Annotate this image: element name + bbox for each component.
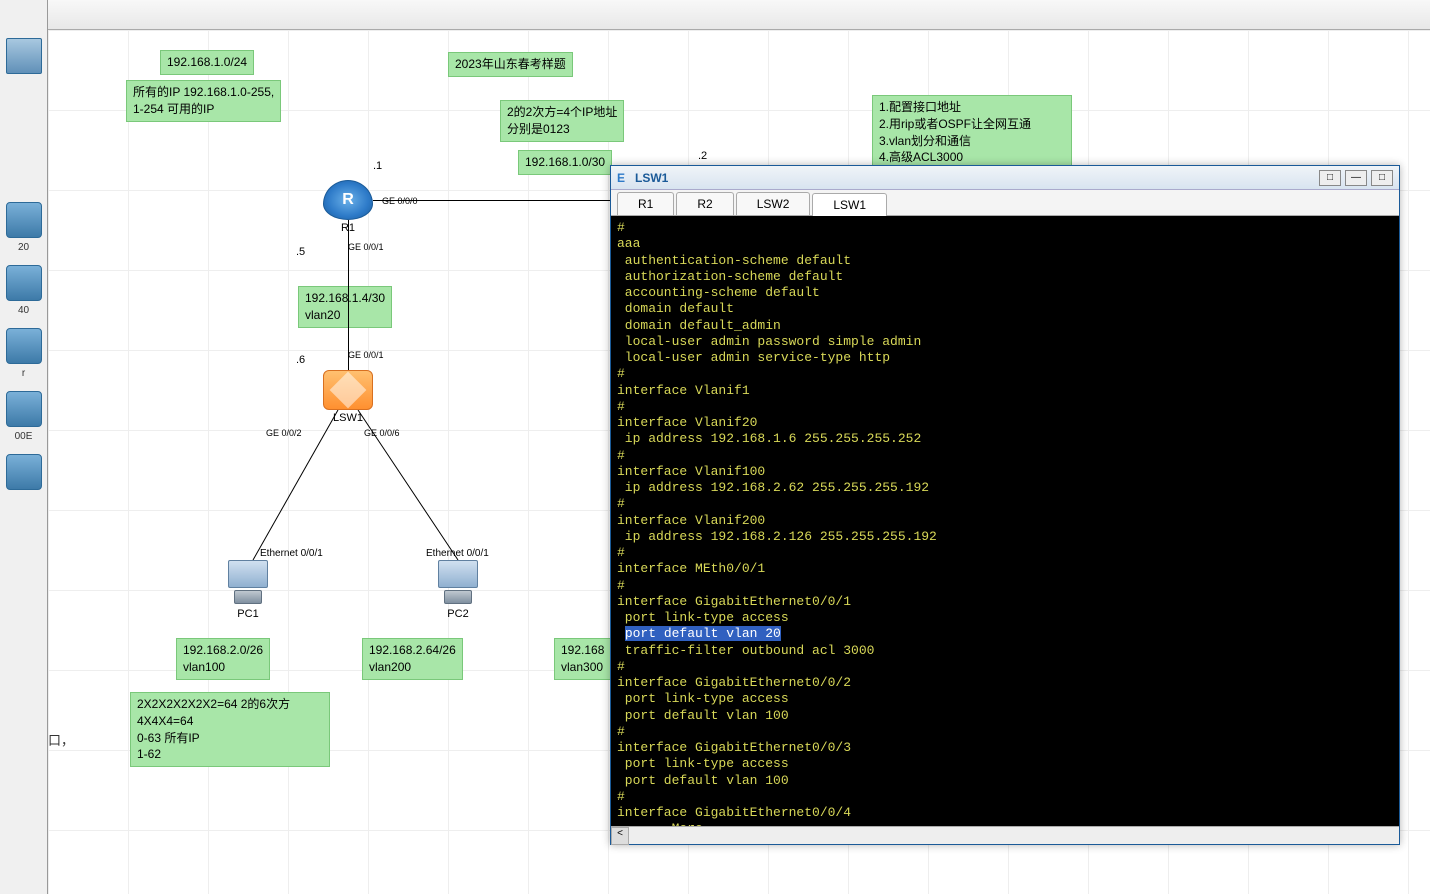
terminal-title: LSW1 [635,171,1319,185]
device-r1[interactable]: R1 [323,180,373,234]
label-r1-ge000: GE 0/0/0 [382,196,418,206]
note-pc1-net[interactable]: 192.168.2.0/26 vlan100 [176,638,270,680]
minimize-button[interactable]: — [1345,170,1367,186]
app-icon: E [617,171,631,185]
label-r1-ge001: GE 0/0/1 [348,242,384,252]
palette-device-5[interactable] [6,454,42,490]
label-ip-r2-top: .2 [698,150,707,162]
device-label-lsw1: LSW1 [323,412,373,424]
device-label-pc2: PC2 [433,608,483,620]
palette-device-3[interactable] [6,328,42,364]
label-pc2-eth: Ethernet 0/0/1 [426,548,489,559]
palette-device-0[interactable] [6,38,42,74]
label-lsw1-ge002: GE 0/0/2 [266,428,302,438]
note-power[interactable]: 2的2次方=4个IP地址 分别是0123 [500,100,624,142]
palette-device-2[interactable] [6,265,42,301]
term-lines-after: traffic-filter outbound acl 3000 # inter… [617,643,874,827]
scroll-left-button[interactable]: < [611,827,629,845]
terminal-tabs: R1 R2 LSW2 LSW1 [611,190,1399,216]
label-pc1-eth: Ethernet 0/0/1 [260,548,323,559]
window-extra-button[interactable]: □ [1319,170,1341,186]
maximize-button[interactable]: □ [1371,170,1393,186]
term-selection: port default vlan 20 [625,626,781,641]
device-label-r1: R1 [323,222,373,234]
label-ip-r1-top: .1 [373,160,382,172]
tab-r1[interactable]: R1 [617,192,674,215]
tab-lsw1[interactable]: LSW1 [812,193,887,216]
palette-label-4: 00E [0,431,47,442]
term-lines-before: # aaa authentication-scheme default auth… [617,220,937,641]
label-ip-r1-down: .5 [296,246,305,258]
note-pc3-net[interactable]: 192.168 vlan300 [554,638,611,680]
switch-icon [323,370,373,410]
pc-icon [223,560,273,606]
note-calc[interactable]: 2X2X2X2X2X2=64 2的6次方 4X4X4=64 0-63 所有IP … [130,692,330,767]
note-link-r1r2[interactable]: 192.168.1.0/30 [518,150,612,175]
palette-label-1: 20 [0,242,47,253]
note-title[interactable]: 2023年山东春考样题 [448,52,573,77]
palette-label-3: r [0,368,47,379]
palette-device-4[interactable] [6,391,42,427]
device-pc2[interactable]: PC2 [433,560,483,620]
tab-lsw2[interactable]: LSW2 [736,192,811,215]
palette-label-2: 40 [0,305,47,316]
label-lsw1-ge001: GE 0/0/1 [348,350,384,360]
label-lsw1-ge006: GE 0/0/6 [364,428,400,438]
terminal-window[interactable]: E LSW1 □ — □ R1 R2 LSW2 LSW1 # aaa authe… [610,165,1400,845]
pc-icon [433,560,483,606]
main-toolbar [48,0,1430,30]
device-label-pc1: PC1 [223,608,273,620]
label-ip-lsw1-up: .6 [296,354,305,366]
note-subnet-main[interactable]: 192.168.1.0/24 [160,50,254,75]
terminal-scrollbar[interactable]: < [611,826,1399,844]
note-ip-range[interactable]: 所有的IP 192.168.1.0-255, 1-254 可用的IP [126,80,281,122]
bottom-info-text: 口， [48,730,74,749]
note-link-r1lsw1[interactable]: 192.168.1.4/30 vlan20 [298,286,392,328]
device-palette-sidebar: 20 40 r 00E [0,0,48,894]
tab-r2[interactable]: R2 [676,192,733,215]
terminal-titlebar[interactable]: E LSW1 □ — □ [611,166,1399,190]
terminal-output[interactable]: # aaa authentication-scheme default auth… [611,216,1399,826]
palette-device-1[interactable] [6,202,42,238]
device-pc1[interactable]: PC1 [223,560,273,620]
device-lsw1[interactable]: LSW1 [323,370,373,424]
router-icon [323,180,373,220]
note-pc2-net[interactable]: 192.168.2.64/26 vlan200 [362,638,463,680]
